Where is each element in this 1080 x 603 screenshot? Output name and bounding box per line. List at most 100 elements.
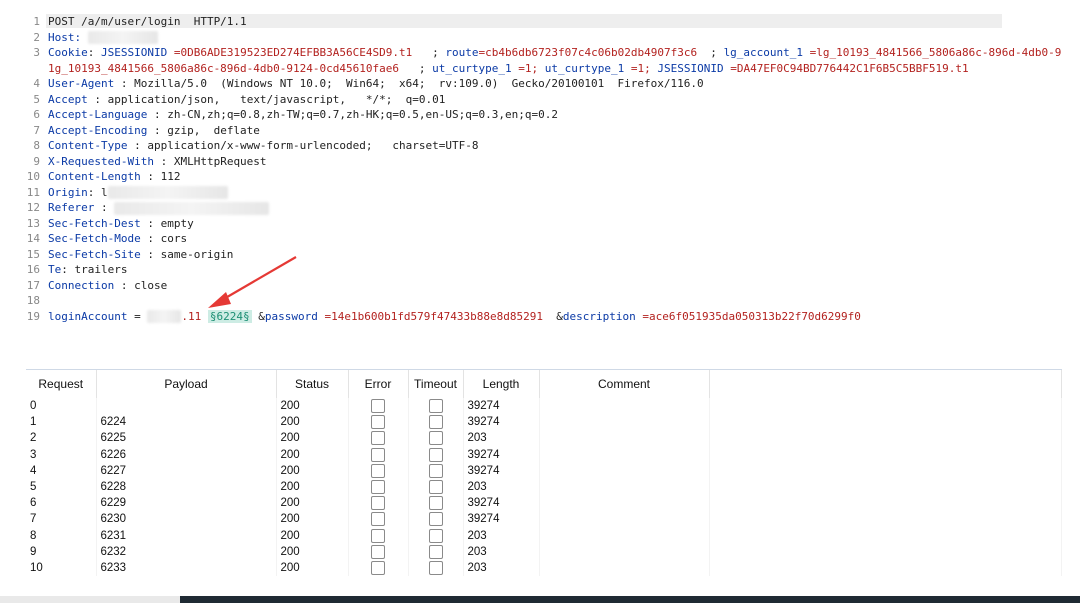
timeout-checkbox bbox=[408, 495, 464, 512]
column-header-request[interactable]: Request bbox=[26, 370, 97, 398]
request-cell: 2 bbox=[26, 430, 97, 447]
table-row[interactable]: 4 6227 200 39274 bbox=[26, 462, 1062, 479]
checkbox[interactable] bbox=[371, 560, 385, 575]
checkbox[interactable] bbox=[371, 496, 385, 511]
request-line[interactable]: 8 Content-Type : application/x-www-form-u… bbox=[0, 138, 478, 154]
payload-cell: 6226 bbox=[96, 446, 277, 463]
request-line[interactable]: 6 Accept-Language : zh-CN,zh;q=0.8,zh-TW;… bbox=[0, 107, 558, 123]
request-editor[interactable]: 1 POST /a/m/user/login HTTP/1.1 2 Host: 3 Co… bbox=[0, 10, 1080, 340]
filler-cell bbox=[709, 543, 1062, 560]
line-text: : application/json, text/javascript, */*… bbox=[87, 92, 446, 106]
checkbox[interactable] bbox=[428, 447, 443, 462]
checkbox[interactable] bbox=[428, 544, 443, 559]
column-header-comment[interactable]: Comment bbox=[539, 370, 710, 398]
request-line[interactable]: 17 Connection : close bbox=[0, 278, 167, 294]
results-header-row: Request Payload Status Error Timeout Len… bbox=[26, 370, 1062, 398]
error-checkbox bbox=[348, 446, 409, 463]
line-number: 4 bbox=[33, 77, 40, 90]
column-header-status[interactable]: Status bbox=[276, 370, 349, 398]
filler-cell bbox=[709, 559, 1062, 577]
checkbox[interactable] bbox=[371, 399, 385, 414]
column-header-payload[interactable]: Payload bbox=[96, 370, 277, 398]
checkbox[interactable] bbox=[371, 480, 385, 494]
error-checkbox bbox=[348, 559, 409, 577]
payload-cell bbox=[96, 398, 277, 415]
checkbox[interactable] bbox=[371, 431, 385, 446]
request-line[interactable]: 12 Referer : bbox=[0, 200, 270, 216]
table-row[interactable]: 8 6231 200 203 bbox=[26, 527, 1062, 544]
results-table-panel: Request Payload Status Error Timeout Len… bbox=[26, 369, 1062, 595]
request-line[interactable]: 18 bbox=[0, 293, 48, 309]
length-cell: 39274 bbox=[463, 446, 540, 463]
column-header-timeout[interactable]: Timeout bbox=[408, 370, 464, 398]
request-line[interactable]: 13 Sec-Fetch-Dest : empty bbox=[0, 216, 194, 232]
checkbox[interactable] bbox=[428, 560, 443, 575]
table-row[interactable]: 1 6224 200 39274 bbox=[26, 414, 1062, 431]
checkbox[interactable] bbox=[428, 480, 443, 494]
payload-cell: 6228 bbox=[96, 478, 277, 496]
comment-cell bbox=[539, 430, 710, 447]
request-line[interactable]: 4 User-Agent : Mozilla/5.0 (Windows NT 10… bbox=[0, 76, 703, 92]
column-header-length[interactable]: Length bbox=[463, 370, 540, 398]
request-line[interactable]: 1g_10193_4841566_5806a86c-896d-4db0-9124… bbox=[0, 61, 969, 77]
redacted-text bbox=[114, 201, 270, 215]
checkbox[interactable] bbox=[371, 544, 385, 559]
checkbox[interactable] bbox=[371, 447, 385, 462]
checkbox[interactable] bbox=[371, 528, 385, 543]
timeout-checkbox bbox=[408, 527, 464, 544]
status-cell: 200 bbox=[276, 543, 349, 560]
checkbox[interactable] bbox=[371, 415, 385, 430]
checkbox[interactable] bbox=[428, 463, 443, 478]
table-row[interactable]: 10 6233 200 203 bbox=[26, 559, 1062, 577]
checkbox[interactable] bbox=[371, 512, 385, 527]
header-key: password bbox=[264, 309, 318, 323]
table-row[interactable]: 9 6232 200 203 bbox=[26, 543, 1062, 560]
header-key: description bbox=[562, 309, 636, 323]
status-cell: 200 bbox=[276, 495, 349, 512]
request-line[interactable]: 2 Host: bbox=[0, 30, 158, 46]
request-line[interactable]: 9 X-Requested-With : XMLHttpRequest bbox=[0, 154, 266, 170]
request-line[interactable]: 19 loginAccount = .11 §6224§ &password =1… bbox=[0, 309, 861, 325]
status-cell: 200 bbox=[276, 446, 349, 463]
status-cell: 200 bbox=[276, 462, 349, 479]
request-line[interactable]: 11 Origin: l bbox=[0, 185, 228, 201]
checkbox[interactable] bbox=[428, 512, 443, 527]
comment-cell bbox=[539, 527, 710, 544]
header-key: Connection bbox=[48, 278, 115, 292]
request-line[interactable]: 1 POST /a/m/user/login HTTP/1.1 bbox=[0, 14, 246, 30]
table-row[interactable]: 6 6229 200 39274 bbox=[26, 495, 1062, 512]
table-row[interactable]: 0 200 39274 bbox=[26, 398, 1062, 415]
table-row[interactable]: 5 6228 200 203 bbox=[26, 478, 1062, 496]
payload-cell: 6233 bbox=[96, 559, 277, 577]
table-row[interactable]: 3 6226 200 39274 bbox=[26, 446, 1062, 463]
checkbox[interactable] bbox=[428, 431, 443, 446]
checkbox[interactable] bbox=[428, 415, 443, 430]
request-cell: 9 bbox=[26, 543, 97, 560]
table-row[interactable]: 2 6225 200 203 bbox=[26, 430, 1062, 447]
filler-cell bbox=[709, 478, 1062, 496]
timeout-checkbox bbox=[408, 462, 464, 479]
status-cell: 200 bbox=[276, 559, 349, 577]
header-key: Accept-Encoding bbox=[48, 123, 148, 137]
payload-cell: 6232 bbox=[96, 543, 277, 560]
length-cell: 39274 bbox=[463, 495, 540, 512]
request-line[interactable]: 3 Cookie: JSESSIONID =0DB6ADE319523ED274E… bbox=[0, 45, 1061, 61]
line-text: =14e1b600b1fd579f47433b88e8d85291 bbox=[317, 309, 544, 323]
request-line[interactable]: 16 Te: trailers bbox=[0, 262, 128, 278]
request-line[interactable]: 10 Content-Length : 112 bbox=[0, 169, 181, 185]
column-header-error[interactable]: Error bbox=[348, 370, 409, 398]
request-line[interactable]: 7 Accept-Encoding : gzip, deflate bbox=[0, 123, 260, 139]
request-line[interactable]: 14 Sec-Fetch-Mode : cors bbox=[0, 231, 187, 247]
checkbox[interactable] bbox=[371, 463, 385, 478]
request-line[interactable]: 15 Sec-Fetch-Site : same-origin bbox=[0, 247, 234, 263]
request-cell: 1 bbox=[26, 414, 97, 431]
header-key: User-Agent bbox=[48, 77, 115, 90]
request-line[interactable]: 5 Accept : application/json, text/javascr… bbox=[0, 92, 445, 108]
checkbox[interactable] bbox=[428, 528, 443, 543]
payload-cell: 6224 bbox=[96, 414, 277, 431]
table-row[interactable]: 7 6230 200 39274 bbox=[26, 511, 1062, 528]
checkbox[interactable] bbox=[428, 399, 443, 414]
request-cell: 6 bbox=[26, 495, 97, 512]
checkbox[interactable] bbox=[428, 496, 443, 511]
line-text: =1; bbox=[624, 61, 651, 75]
